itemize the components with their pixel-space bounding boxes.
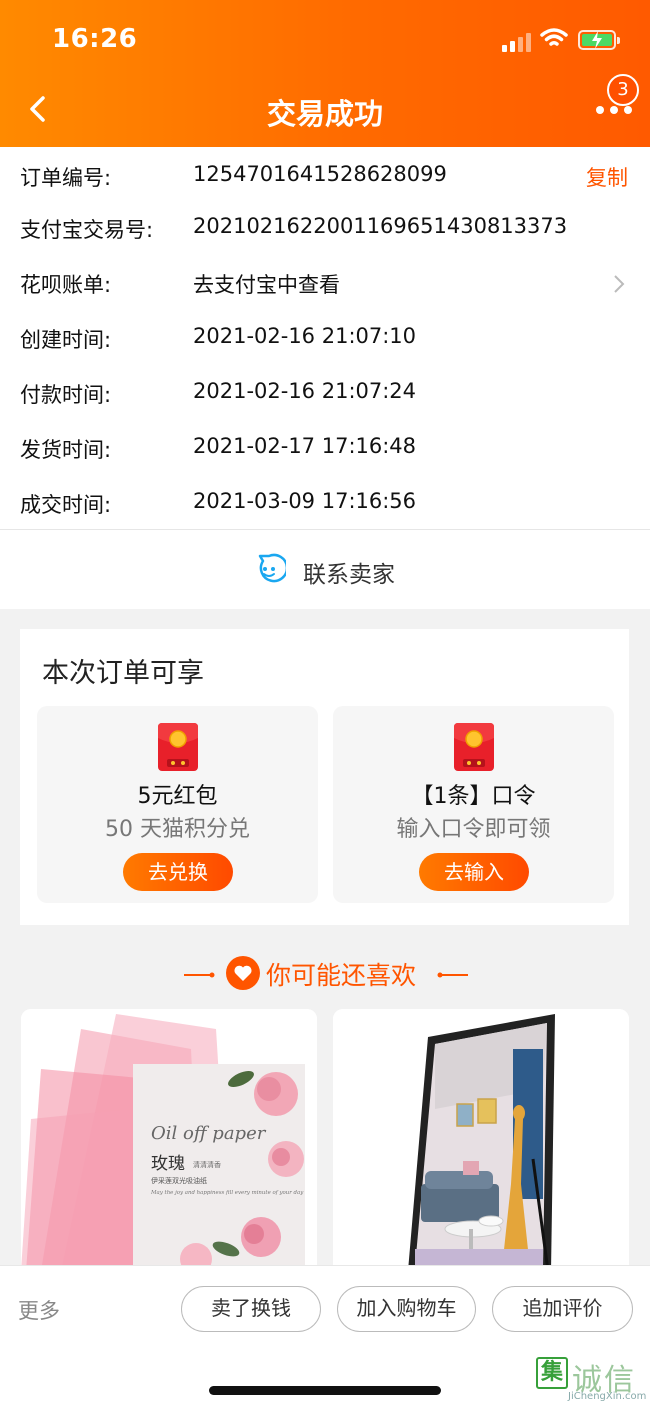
add-review-button[interactable]: 追加评价 [492,1286,633,1332]
product-tag: 清清清香 [193,1160,221,1169]
recommend-header: 你可能还喜欢 [0,955,650,991]
red-packet-icon [158,723,198,771]
paid-time-value: 2021-02-16 21:07:24 [193,379,417,403]
order-number-label: 订单编号: [20,166,112,190]
shipped-time-row: 发货时间: 2021-02-17 17:16:48 [0,428,650,468]
shipped-time-label: 发货时间: [20,438,112,462]
red-packet-name: 5元红包 [137,784,218,809]
decor-line-left [184,972,215,978]
battery-icon [578,30,620,50]
order-info-panel: 订单编号: 1254701641528628099 复制 支付宝交易号: 202… [0,147,650,609]
nav-header: 16:26 交易成功 3 [0,0,650,147]
red-packet-icon [454,723,494,771]
watermark-icon: 集 [536,1357,568,1389]
huabei-bill-label: 花呗账单: [20,273,112,297]
order-number-value: 1254701641528628099 [193,162,447,186]
completed-time-value: 2021-03-09 17:16:56 [193,489,417,513]
contact-seller-label: 联系卖家 [303,562,395,588]
password-card: 【1条】口令 输入口令即可领 去输入 [333,706,614,903]
product-image [333,1009,629,1271]
order-benefits-panel: 本次订单可享 5元红包 50 天猫积分兑 去兑换 【1条】口令 输入口令即可领 … [20,629,629,925]
completed-time-row: 成交时间: 2021-03-09 17:16:56 [0,483,650,523]
password-sub: 输入口令即可领 [396,817,551,842]
password-name: 【1条】口令 [411,784,536,809]
product-slogan: May the joy and happiness fill every min… [150,1190,304,1196]
page-title: 交易成功 [266,97,383,131]
created-time-value: 2021-02-16 21:07:10 [193,324,417,348]
chevron-right-icon [614,275,625,293]
watermark-logo: 集 诚信 JiChengXin.com [532,1355,650,1406]
alipay-trade-row: 支付宝交易号: 2021021622001169651430813373 [0,208,650,248]
more-actions-link[interactable]: 更多 [18,1295,60,1325]
alipay-trade-value: 2021021622001169651430813373 [193,214,568,238]
copy-button[interactable]: 复制 [586,162,628,192]
contact-seller-button[interactable]: 联系卖家 [0,530,650,609]
enter-password-button[interactable]: 去输入 [419,853,529,891]
order-number-row: 订单编号: 1254701641528628099 复制 [0,156,650,196]
product-desc: 伊采莲双光吸油纸 [151,1176,207,1185]
add-to-cart-button[interactable]: 加入购物车 [337,1286,476,1332]
product-card-oil-paper[interactable]: Oil off paper 玫瑰 清清清香 伊采莲双光吸油纸 May the j… [21,1009,317,1271]
completed-time-label: 成交时间: [20,493,112,517]
red-packet-card: 5元红包 50 天猫积分兑 去兑换 [37,706,318,903]
paid-time-label: 付款时间: [20,383,112,407]
redeem-button[interactable]: 去兑换 [123,853,233,891]
alipay-trade-label: 支付宝交易号: [20,218,154,242]
product-image: Oil off paper 玫瑰 清清清香 伊采莲双光吸油纸 May the j… [21,1009,317,1271]
shipped-time-value: 2021-02-17 17:16:48 [193,434,417,458]
message-count-badge: 3 [607,74,639,106]
paid-time-row: 付款时间: 2021-02-16 21:07:24 [0,373,650,413]
status-time: 16:26 [52,24,138,54]
resell-button[interactable]: 卖了换钱 [181,1286,321,1332]
huabei-bill-row[interactable]: 花呗账单: 去支付宝中查看 [0,263,650,303]
huabei-bill-value[interactable]: 去支付宝中查看 [193,269,340,299]
watermark-url: JiChengXin.com [568,1391,647,1402]
chat-bubble-icon [258,553,286,583]
product-brand-script: Oil off paper [151,1123,267,1144]
home-indicator[interactable] [209,1386,441,1395]
cellular-signal-icon [502,30,532,52]
recommend-title: 你可能还喜欢 [266,961,417,990]
benefits-title: 本次订单可享 [42,658,204,689]
product-name-rose: 玫瑰 [151,1154,185,1174]
created-time-label: 创建时间: [20,328,112,352]
wifi-icon [540,28,568,46]
decor-line-right [437,972,468,978]
created-time-row: 创建时间: 2021-02-16 21:07:10 [0,318,650,358]
red-packet-sub: 50 天猫积分兑 [105,817,250,842]
product-card-floor-mirror[interactable] [333,1009,629,1271]
heart-icon [226,956,260,990]
